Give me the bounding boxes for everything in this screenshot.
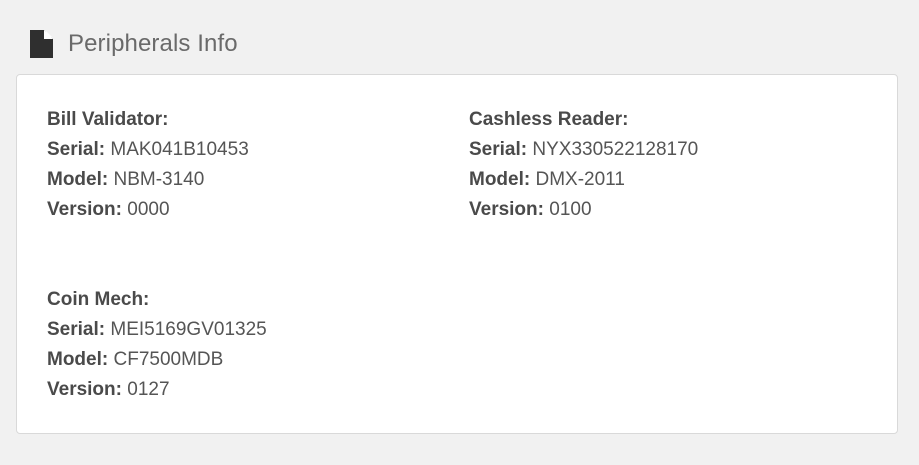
version-label: Version: xyxy=(47,379,122,400)
serial-value: NYX330522128170 xyxy=(532,139,699,160)
version-label: Version: xyxy=(47,199,122,220)
device-name: Coin Mech: xyxy=(47,289,150,310)
device-name: Cashless Reader: xyxy=(469,109,629,130)
peripherals-panel: Bill Validator: Serial: MAK041B10453 Mod… xyxy=(16,74,898,434)
version-row: Version: 0100 xyxy=(469,195,698,225)
model-value: NBM-3140 xyxy=(113,169,205,190)
bill-validator-info: Bill Validator: Serial: MAK041B10453 Mod… xyxy=(47,105,249,225)
serial-row: Serial: NYX330522128170 xyxy=(469,135,698,165)
serial-row: Serial: MEI5169GV01325 xyxy=(47,315,267,345)
serial-value: MEI5169GV01325 xyxy=(110,319,267,340)
model-row: Model: NBM-3140 xyxy=(47,165,249,195)
section-header: Peripherals Info xyxy=(30,28,238,60)
file-icon xyxy=(30,30,53,58)
model-row: Model: DMX-2011 xyxy=(469,165,698,195)
version-value: 0100 xyxy=(549,199,592,220)
model-label: Model: xyxy=(47,349,109,370)
version-row: Version: 0127 xyxy=(47,375,267,405)
model-value: DMX-2011 xyxy=(535,169,625,190)
page-title: Peripherals Info xyxy=(68,30,238,57)
version-value: 0000 xyxy=(127,199,170,220)
version-value: 0127 xyxy=(127,379,170,400)
coin-mech-info: Coin Mech: Serial: MEI5169GV01325 Model:… xyxy=(47,285,267,405)
model-label: Model: xyxy=(47,169,109,190)
serial-label: Serial: xyxy=(47,139,106,160)
device-name: Bill Validator: xyxy=(47,109,169,130)
model-value: CF7500MDB xyxy=(113,349,224,370)
serial-label: Serial: xyxy=(469,139,528,160)
version-label: Version: xyxy=(469,199,544,220)
model-row: Model: CF7500MDB xyxy=(47,345,267,375)
cashless-reader-info: Cashless Reader: Serial: NYX330522128170… xyxy=(469,105,698,225)
serial-row: Serial: MAK041B10453 xyxy=(47,135,249,165)
model-label: Model: xyxy=(469,169,531,190)
version-row: Version: 0000 xyxy=(47,195,249,225)
serial-label: Serial: xyxy=(47,319,106,340)
serial-value: MAK041B10453 xyxy=(110,139,249,160)
